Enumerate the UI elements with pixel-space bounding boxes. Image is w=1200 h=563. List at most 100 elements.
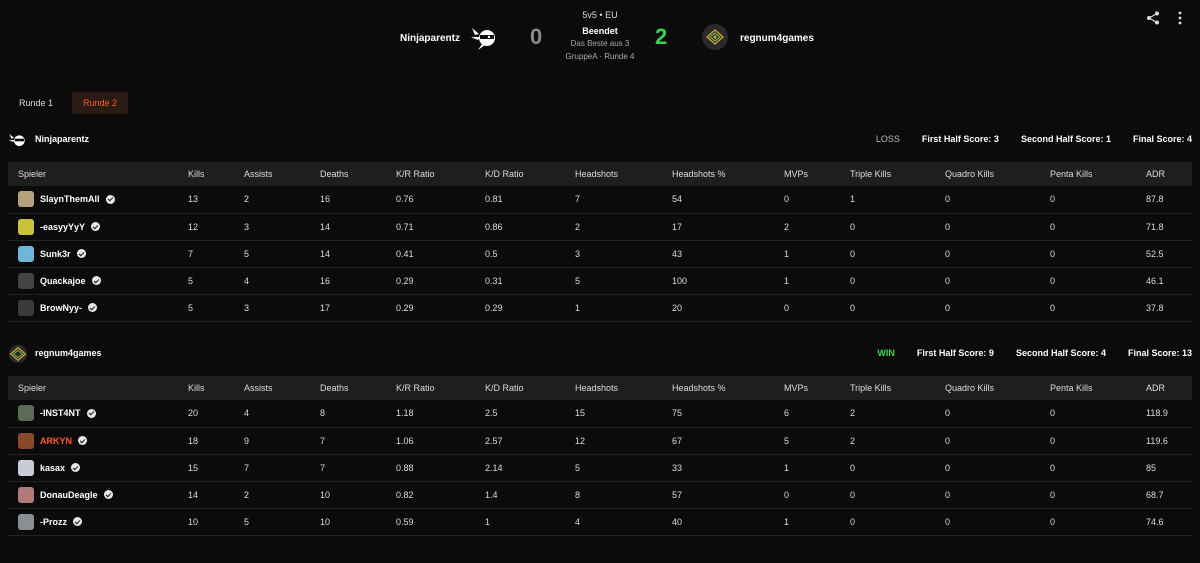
tab-runde-2[interactable]: Runde 2 [72, 92, 129, 114]
column-header: Headshots % [672, 383, 726, 393]
stat-cell: 0 [1050, 194, 1056, 205]
table-row: DonauDeagle 14 2 10 0.82 1.4 8 57 0 0 0 0 68.7 [8, 481, 1192, 508]
match-format: Das Beste aus 3 [570, 39, 630, 48]
stat-cell: 119.6 [1146, 435, 1168, 446]
team-header: regnum4games WIN First Half Score: 9 Sec… [8, 342, 1192, 366]
column-header: Headshots [575, 383, 619, 393]
avatar[interactable] [18, 245, 34, 262]
player-link[interactable]: -easyyYyY [18, 218, 178, 235]
stat-cell: 0.76 [396, 194, 414, 205]
stat-cell: 2 [850, 408, 856, 419]
stat-cell: 7 [575, 194, 581, 205]
stat-cell: 9 [244, 435, 250, 446]
verified-check-icon [71, 463, 81, 472]
player-name[interactable]: Sunk3r [40, 249, 71, 259]
team-scores: WIN First Half Score: 9 Second Half Scor… [877, 348, 1192, 358]
stat-cell: 0.31 [485, 275, 503, 286]
stat-cell: 2.57 [485, 435, 503, 446]
player-link[interactable]: BrowNyy- [18, 299, 178, 316]
player-name[interactable]: BrowNyy- [40, 303, 82, 313]
player-link[interactable]: SlaynThemAll [18, 191, 178, 208]
avatar[interactable] [18, 459, 34, 476]
share-icon[interactable] [1145, 10, 1161, 26]
player-name[interactable]: kasax [40, 463, 65, 473]
stat-cell: 1 [485, 516, 491, 527]
stat-cell: 0.86 [485, 221, 503, 232]
avatar[interactable] [18, 191, 34, 208]
player-link[interactable]: -INST4NT [18, 405, 178, 422]
stat-cell: 0 [1050, 489, 1056, 500]
tab-runde-1[interactable]: Runde 1 [8, 92, 64, 114]
first-half-score: First Half Score: 3 [921, 134, 999, 144]
stat-cell: 46.1 [1146, 275, 1164, 286]
column-header: Penta Kills [1050, 383, 1093, 393]
team-name[interactable]: regnum4games [35, 348, 102, 358]
player-link[interactable]: DonauDeagle [18, 486, 178, 503]
team-scores: LOSS First Half Score: 3 Second Half Sco… [876, 134, 1192, 144]
stat-cell: 67 [672, 435, 683, 446]
stat-cell: 0 [850, 275, 856, 286]
table-row: -easyyYyY 12 3 14 0.71 0.86 2 17 2 0 0 0 71.8 [8, 213, 1192, 240]
match-stage: GruppeA · Runde 4 [565, 52, 635, 61]
stat-cell: 5 [188, 302, 194, 313]
stat-cell: 0 [945, 489, 951, 500]
avatar[interactable] [18, 486, 34, 503]
player-link[interactable]: Sunk3r [18, 245, 178, 262]
player-link[interactable]: ARKYN [18, 432, 178, 449]
ninja-team-logo[interactable] [470, 22, 500, 52]
stat-cell: 0 [1050, 248, 1056, 259]
stat-cell: 14 [320, 248, 331, 259]
player-cell: kasax [8, 454, 178, 481]
table-row: -Prozz 10 5 10 0.59 1 4 40 1 0 0 0 74.6 [8, 508, 1192, 535]
avatar[interactable] [18, 218, 34, 235]
table-row: ARKYN 18 9 7 1.06 2.57 12 67 5 2 0 0 119.6 [8, 427, 1192, 454]
player-name[interactable]: SlaynThemAll [40, 194, 100, 204]
stat-cell: 4 [244, 275, 250, 286]
avatar[interactable] [18, 513, 34, 530]
player-name[interactable]: -Prozz [40, 517, 67, 527]
avatar[interactable] [18, 272, 34, 289]
stat-cell: 3 [575, 248, 581, 259]
more-vertical-icon[interactable] [1174, 10, 1186, 26]
column-header: ADR [1146, 169, 1166, 179]
player-name[interactable]: ARKYN [40, 436, 72, 446]
stat-cell: 2 [244, 489, 250, 500]
stat-cell: 15 [575, 408, 586, 419]
stat-cell: 0 [850, 462, 856, 473]
avatar[interactable] [18, 299, 34, 316]
player-name[interactable]: -INST4NT [40, 408, 81, 418]
column-header: Deaths [320, 169, 349, 179]
stat-cell: 0.59 [396, 516, 414, 527]
stat-cell: 5 [575, 275, 581, 286]
team-left-name[interactable]: Ninjaparentz [400, 33, 460, 44]
stat-cell: 6 [784, 408, 790, 419]
player-name[interactable]: -easyyYyY [40, 222, 85, 232]
stat-cell: 85 [1146, 462, 1157, 473]
avatar[interactable] [18, 405, 34, 422]
stat-cell: 20 [188, 408, 199, 419]
stat-cell: 0.5 [485, 248, 498, 259]
player-name[interactable]: DonauDeagle [40, 490, 98, 500]
match-header: Ninjaparentz 0 5v5 • EU Beendet Das Best… [0, 0, 1200, 70]
player-link[interactable]: -Prozz [18, 513, 178, 530]
stat-cell: 0 [945, 462, 951, 473]
result-badge: LOSS [875, 134, 900, 144]
stat-cell: 5 [244, 516, 250, 527]
player-link[interactable]: Quackajoe [18, 272, 178, 289]
regnum-team-logo[interactable] [702, 24, 728, 50]
column-header: K/R Ratio [396, 169, 435, 179]
player-name[interactable]: Quackajoe [40, 276, 86, 286]
ninja-logo-icon [471, 28, 495, 50]
table-row: kasax 15 7 7 0.88 2.14 5 33 1 0 0 0 85 [8, 454, 1192, 481]
team-right-name[interactable]: regnum4games [740, 33, 814, 44]
stat-cell: 0.81 [485, 194, 503, 205]
stat-cell: 0 [850, 248, 856, 259]
player-cell: ARKYN [8, 427, 178, 454]
player-link[interactable]: kasax [18, 459, 178, 476]
stat-cell: 2.5 [485, 408, 498, 419]
avatar[interactable] [18, 432, 34, 449]
stat-cell: 2.14 [485, 462, 503, 473]
verified-check-icon [76, 249, 86, 258]
player-cell: -easyyYyY [8, 213, 178, 240]
team-name[interactable]: Ninjaparentz [35, 134, 89, 144]
